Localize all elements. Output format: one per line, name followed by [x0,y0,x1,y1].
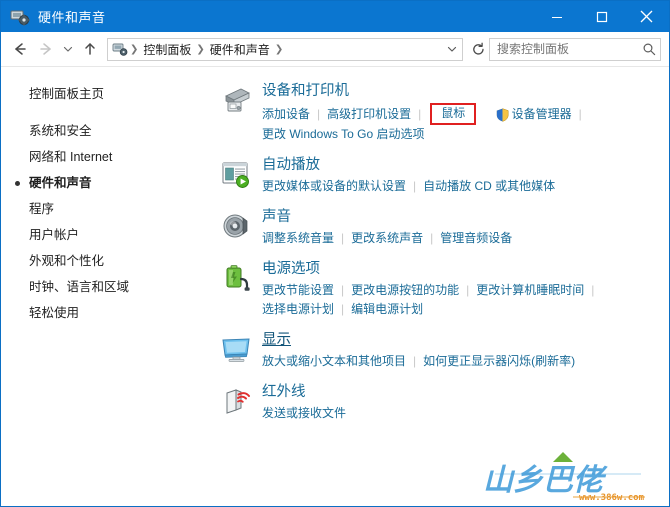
sidebar: 控制面板主页 系统和安全 网络和 Internet 硬件和声音 程序 用户帐户 … [1,67,211,506]
link-add-device[interactable]: 添加设备 [262,105,310,124]
link-row: 更改节能设置 | 更改电源按钮的功能 | 更改计算机睡眠时间 | [262,281,669,300]
search-input[interactable] [490,41,638,57]
link-divider: | [341,283,345,297]
section-title-infrared[interactable]: 红外线 [262,382,669,402]
title-bar: 硬件和声音 [1,1,669,32]
link-divider: | [591,283,595,297]
autoplay-icon [219,157,253,191]
search-icon[interactable] [638,42,660,56]
section-devices-printers: 设备和打印机 添加设备 | 高级打印机设置 | 鼠标 设备管理器 | 更改 Wi… [211,81,669,144]
chevron-down-icon[interactable] [442,43,462,55]
sidebar-item-ease-of-access[interactable]: 轻松使用 [1,300,211,326]
sidebar-item-clock-language-region[interactable]: 时钟、语言和区域 [1,274,211,300]
link-divider: | [413,354,417,368]
link-make-text-bigger[interactable]: 放大或缩小文本和其他项目 [262,352,406,371]
refresh-button[interactable] [467,42,489,57]
link-fix-flicker[interactable]: 如何更正显示器闪烁(刷新率) [423,352,575,371]
section-title-display[interactable]: 显示 [262,330,669,350]
link-edit-power-plan[interactable]: 编辑电源计划 [351,300,423,319]
link-divider: | [413,179,417,193]
breadcrumb[interactable]: ❯ 控制面板 ❯ 硬件和声音 ❯ [107,37,463,61]
content-area: 控制面板主页 系统和安全 网络和 Internet 硬件和声音 程序 用户帐户 … [1,67,669,506]
link-device-manager[interactable]: 设备管理器 [512,105,572,124]
shield-icon [496,108,509,122]
link-divider: | [418,106,422,121]
link-divider: | [430,231,434,245]
section-display: 显示 放大或缩小文本和其他项目 | 如何更正显示器闪烁(刷新率) [211,330,669,371]
link-change-power-saving[interactable]: 更改节能设置 [262,281,334,300]
link-manage-audio-devices[interactable]: 管理音频设备 [440,229,512,248]
link-row: 发送或接收文件 [262,404,669,423]
link-divider: | [341,302,345,316]
link-row: 更改媒体或设备的默认设置 | 自动播放 CD 或其他媒体 [262,177,669,196]
link-row: 更改 Windows To Go 启动选项 [262,125,669,144]
section-title-autoplay[interactable]: 自动播放 [262,155,669,175]
control-panel-icon [112,42,129,57]
printer-icon [219,83,253,117]
control-panel-window: 硬件和声音 ❯ 控制面板 ❯ 硬件和声音 ❯ 搜索控制面板 控制面板主页 系统和… [0,0,670,507]
section-power-options: 电源选项 更改节能设置 | 更改电源按钮的功能 | 更改计算机睡眠时间 | 选择… [211,259,669,319]
breadcrumb-separator: ❯ [196,43,205,55]
breadcrumb-separator: ❯ [130,43,139,55]
section-title-sound[interactable]: 声音 [262,207,669,227]
sidebar-item-home[interactable]: 控制面板主页 [1,81,211,118]
section-autoplay: 自动播放 更改媒体或设备的默认设置 | 自动播放 CD 或其他媒体 [211,155,669,196]
link-change-sleep-time[interactable]: 更改计算机睡眠时间 [476,281,584,300]
speaker-icon [219,209,253,243]
section-title-devices-printers[interactable]: 设备和打印机 [262,81,669,101]
breadcrumb-separator: ❯ [274,43,284,55]
link-choose-power-plan[interactable]: 选择电源计划 [262,300,334,319]
link-power-button-function[interactable]: 更改电源按钮的功能 [351,281,459,300]
main-panel: 设备和打印机 添加设备 | 高级打印机设置 | 鼠标 设备管理器 | 更改 Wi… [211,67,669,506]
infrared-icon [219,384,253,418]
sidebar-item-hardware-sound[interactable]: 硬件和声音 [1,170,211,196]
link-adjust-volume[interactable]: 调整系统音量 [262,229,334,248]
sidebar-item-user-accounts[interactable]: 用户帐户 [1,222,211,248]
search-box[interactable] [489,37,661,61]
link-change-media-defaults[interactable]: 更改媒体或设备的默认设置 [262,177,406,196]
breadcrumb-item-1[interactable]: 硬件和声音 [206,41,274,58]
window-title: 硬件和声音 [38,10,106,25]
link-mouse[interactable]: 鼠标 [441,106,465,120]
hardware-sound-icon [9,7,31,27]
link-divider: | [317,106,321,121]
sidebar-item-appearance[interactable]: 外观和个性化 [1,248,211,274]
section-sound: 声音 调整系统音量 | 更改系统声音 | 管理音频设备 [211,207,669,248]
link-divider: | [466,283,470,297]
back-button[interactable] [7,35,33,63]
link-divider: | [578,106,582,121]
link-windows-to-go[interactable]: 更改 Windows To Go 启动选项 [262,125,424,144]
link-advanced-printer-setup[interactable]: 高级打印机设置 [327,105,411,124]
section-infrared: 红外线 发送或接收文件 [211,382,669,423]
maximize-button[interactable] [579,1,624,32]
minimize-button[interactable] [534,1,579,32]
battery-icon [219,261,253,295]
link-autoplay-cd[interactable]: 自动播放 CD 或其他媒体 [423,177,555,196]
address-bar: ❯ 控制面板 ❯ 硬件和声音 ❯ [1,32,669,67]
link-row: 添加设备 | 高级打印机设置 | 鼠标 设备管理器 | [262,103,669,125]
link-row: 调整系统音量 | 更改系统声音 | 管理音频设备 [262,229,669,248]
monitor-icon [219,332,253,366]
link-divider [478,105,495,124]
sidebar-item-network-internet[interactable]: 网络和 Internet [1,144,211,170]
highlight-box-mouse: 鼠标 [430,103,477,125]
up-button[interactable] [77,35,103,63]
section-title-power-options[interactable]: 电源选项 [262,259,669,279]
recent-locations-button[interactable] [59,35,77,63]
sidebar-item-system-security[interactable]: 系统和安全 [1,118,211,144]
forward-button[interactable] [33,35,59,63]
close-button[interactable] [624,1,669,32]
sidebar-item-programs[interactable]: 程序 [1,196,211,222]
link-send-receive-files[interactable]: 发送或接收文件 [262,404,346,423]
link-row: 放大或缩小文本和其他项目 | 如何更正显示器闪烁(刷新率) [262,352,669,371]
link-row: 选择电源计划 | 编辑电源计划 [262,300,669,319]
link-change-system-sounds[interactable]: 更改系统声音 [351,229,423,248]
link-divider: | [341,231,345,245]
window-controls [534,1,669,32]
breadcrumb-item-0[interactable]: 控制面板 [139,41,195,58]
